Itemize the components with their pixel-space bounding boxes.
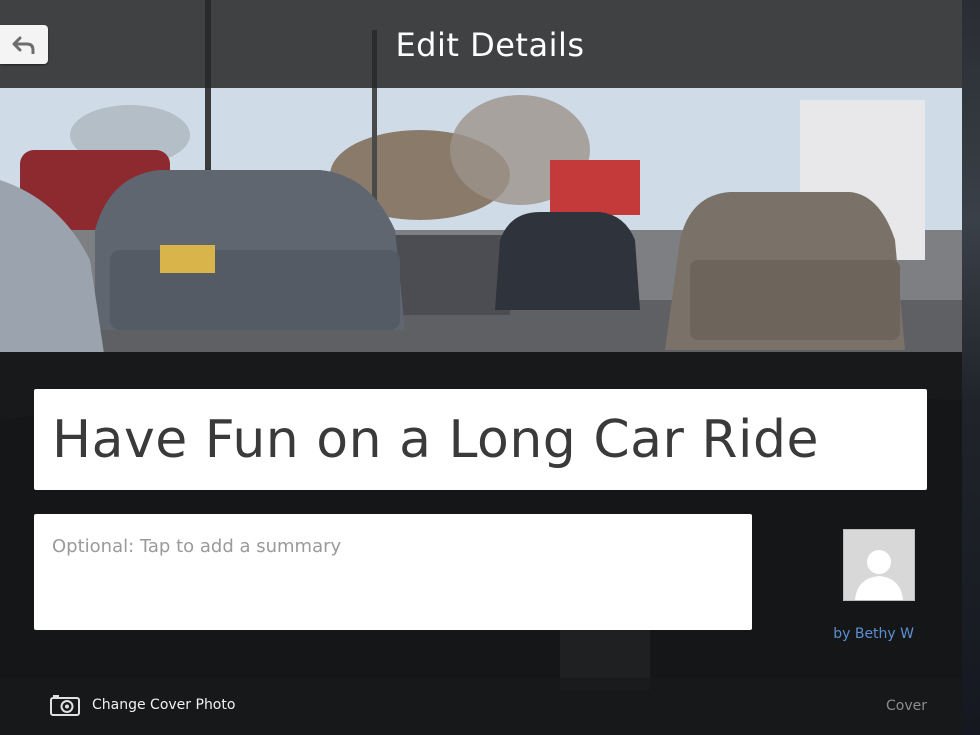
cover-tab[interactable]: Cover: [886, 698, 927, 714]
change-cover-label: Change Cover Photo: [92, 697, 236, 713]
summary-placeholder: Optional: Tap to add a summary: [52, 536, 342, 557]
story-title-value: Have Fun on a Long Car Ride: [52, 409, 819, 470]
author-avatar[interactable]: [843, 529, 915, 601]
change-cover-photo-button[interactable]: Change Cover Photo: [50, 694, 235, 716]
right-edge-strip: [962, 0, 980, 735]
summary-input[interactable]: Optional: Tap to add a summary: [34, 514, 752, 630]
author-byline[interactable]: by Bethy W: [833, 626, 914, 642]
camera-icon: [50, 695, 80, 716]
story-title-input[interactable]: Have Fun on a Long Car Ride: [34, 389, 927, 490]
default-user-avatar-icon: [855, 550, 903, 600]
page-title: Edit Details: [395, 26, 585, 64]
